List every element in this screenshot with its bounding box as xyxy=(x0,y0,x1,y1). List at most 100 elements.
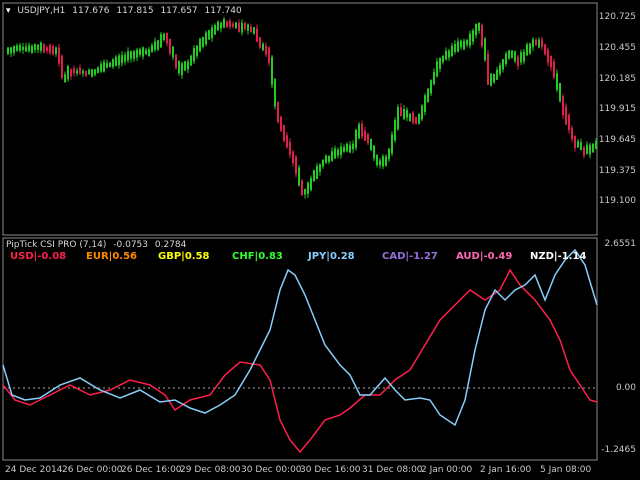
currency-usd: USD|-0.08 xyxy=(10,251,67,262)
candle-body xyxy=(559,82,561,102)
candle-body xyxy=(268,47,270,64)
indicator-scale-zero: 0.00 xyxy=(615,383,636,393)
candle-body xyxy=(496,69,498,80)
chart-window[interactable]: ▾ USDJPY,H1 117.676 117.815 117.657 117.… xyxy=(0,0,640,480)
candle-body xyxy=(310,178,312,190)
candle-body xyxy=(202,37,204,48)
candle-body xyxy=(301,180,303,196)
candle-body xyxy=(502,59,504,70)
candle-body xyxy=(241,22,243,33)
candle-body xyxy=(439,57,441,69)
ohlc-high: 117.815 xyxy=(116,6,154,16)
indicator-value-2: 0.2784 xyxy=(154,240,187,250)
candle-body xyxy=(289,141,291,155)
candle-body xyxy=(88,69,90,75)
candle-body xyxy=(76,70,78,74)
candle-body xyxy=(259,37,261,48)
candle-body xyxy=(376,154,378,166)
candle-body xyxy=(346,143,348,152)
candle-body xyxy=(574,136,576,148)
currency-eur: EUR|0.56 xyxy=(86,251,137,262)
candle-body xyxy=(490,73,492,86)
candle-body xyxy=(466,39,468,45)
candle-body xyxy=(256,28,258,42)
candle-body xyxy=(418,113,420,124)
candle-body xyxy=(121,54,123,63)
candle-body xyxy=(178,61,180,74)
candle-body xyxy=(409,113,411,122)
candle-body xyxy=(109,62,111,68)
candle-body xyxy=(82,70,84,74)
price-label: 120.455 xyxy=(598,43,636,53)
price-label: 119.100 xyxy=(598,196,636,206)
candle-body xyxy=(514,51,516,62)
candle-body xyxy=(211,27,213,39)
currency-aud: AUD|-0.49 xyxy=(456,251,513,262)
candle-body xyxy=(337,149,339,156)
candle-body xyxy=(142,47,144,57)
candle-body xyxy=(13,46,15,53)
candle-body xyxy=(421,105,423,120)
candle-body xyxy=(190,55,192,66)
candle-body xyxy=(73,68,75,74)
candle-body xyxy=(325,155,327,163)
candle-body xyxy=(475,23,477,36)
candle-body xyxy=(382,156,384,167)
currency-chf: CHF|0.83 xyxy=(232,251,283,262)
candle-body xyxy=(457,41,459,52)
candle-body xyxy=(208,30,210,40)
candle-body xyxy=(313,170,315,182)
candle-body xyxy=(532,39,534,48)
time-label: 2 Jan 16:00 xyxy=(480,465,532,475)
symbol-icon: ▾ xyxy=(6,6,11,16)
candle-body xyxy=(508,50,510,59)
candle-body xyxy=(187,61,189,70)
candle-body xyxy=(571,127,573,140)
indicator-value-1: -0.0753 xyxy=(113,240,149,250)
candle-body xyxy=(175,54,177,69)
candle-body xyxy=(352,143,354,150)
indicator-header: PipTick CSI PRO (7,14) -0.0753 0.2784 xyxy=(6,240,190,250)
candle-body xyxy=(163,33,165,40)
candle-body xyxy=(169,38,171,54)
candle-body xyxy=(547,49,549,63)
candle-body xyxy=(127,51,129,61)
candlesticks xyxy=(7,16,597,199)
candle-body xyxy=(10,47,12,54)
candle-body xyxy=(385,156,387,166)
candle-body xyxy=(220,22,222,29)
candle-body xyxy=(526,44,528,56)
candle-body xyxy=(262,43,264,51)
candle-body xyxy=(415,117,417,124)
candle-body xyxy=(358,124,360,139)
candle-body xyxy=(103,61,105,72)
candle-body xyxy=(37,44,39,50)
candle-body xyxy=(538,39,540,48)
candle-body xyxy=(133,51,135,59)
candle-body xyxy=(124,54,126,62)
candle-body xyxy=(451,45,453,57)
candle-body xyxy=(388,148,390,160)
candle-body xyxy=(499,65,501,75)
currency-cad: CAD|-1.27 xyxy=(382,251,438,262)
candle-body xyxy=(274,79,276,107)
candle-body xyxy=(577,141,579,148)
candle-body xyxy=(592,143,594,153)
candle-body xyxy=(430,80,432,94)
time-label: 5 Jan 08:00 xyxy=(540,465,592,475)
candle-body xyxy=(412,112,414,123)
candle-body xyxy=(79,67,81,75)
candle-body xyxy=(235,22,237,28)
candle-body xyxy=(223,19,225,28)
ohlc-open: 117.676 xyxy=(72,6,110,16)
candle-body xyxy=(529,43,531,54)
price-label: 120.725 xyxy=(598,12,636,22)
time-label: 26 Dec 16:00 xyxy=(121,465,182,475)
candle-body xyxy=(307,182,309,194)
candle-body xyxy=(151,45,153,52)
candle-body xyxy=(367,133,369,144)
candle-body xyxy=(535,39,537,46)
candle-body xyxy=(67,66,69,80)
candle-body xyxy=(586,144,588,154)
candle-body xyxy=(517,56,519,66)
